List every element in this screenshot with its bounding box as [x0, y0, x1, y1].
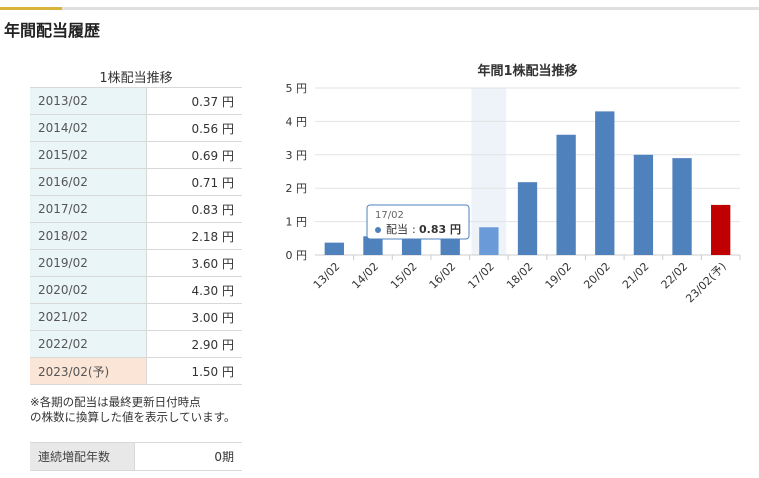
row-value: 0.83 円	[146, 195, 242, 223]
bar-22/02	[672, 158, 692, 255]
row-year: 2022/02	[30, 330, 147, 358]
x-tick-label: 16/02	[427, 260, 459, 292]
bar-13/02	[324, 242, 344, 255]
x-tick-label: 14/02	[349, 260, 381, 292]
x-tick-label: 21/02	[620, 260, 652, 292]
table-row: 2017/02 0.83 円	[30, 195, 242, 223]
y-tick-label: 2 円	[286, 182, 308, 195]
table-row: 2019/02 3.60 円	[30, 249, 242, 277]
streak-row: 連続増配年数 0期	[30, 442, 242, 471]
y-tick-label: 3 円	[286, 149, 308, 162]
table-row: 2013/02 0.37 円	[30, 87, 242, 115]
row-year: 2018/02	[30, 222, 147, 250]
row-year: 2019/02	[30, 249, 147, 277]
dividend-table: 2013/02 0.37 円 2014/02 0.56 円 2015/02 0.69 円2…	[30, 87, 242, 385]
y-tick-label: 5 円	[286, 82, 308, 95]
row-value: 0.37 円	[146, 87, 242, 115]
x-tick-label: 23/02(予)	[683, 260, 728, 305]
bar-23/02(予)	[711, 204, 731, 255]
row-value: 1.50 円	[146, 357, 242, 385]
streak-label: 連続増配年数	[30, 442, 135, 471]
row-value: 2.18 円	[146, 222, 242, 250]
row-value: 3.60 円	[146, 249, 242, 277]
y-tick-label: 4 円	[286, 115, 308, 128]
row-value: 2.90 円	[146, 330, 242, 358]
tooltip-value: 0.83 円	[419, 223, 461, 236]
dividend-bar-chart: 年間1株配当推移 0 円 1 円 2 円 3 円 4 円 5 円 13/02 14/02 15/0…	[286, 63, 741, 305]
streak-value: 0期	[134, 442, 242, 471]
note-line-2: の株数に換算した値を表示しています。	[30, 410, 236, 424]
row-year: 2013/02	[30, 87, 147, 115]
tooltip-series-label: 配当	[386, 222, 408, 236]
bar-20/02	[595, 111, 615, 255]
note-line-1: ※各期の配当は最終更新日付時点	[30, 395, 201, 409]
table-row: 2016/02 0.71 円	[30, 168, 242, 196]
table-row: 2015/02 0.69 円	[30, 141, 242, 169]
dividend-table-title: 1株配当推移	[99, 71, 173, 86]
row-value: 0.69 円	[146, 141, 242, 169]
row-value: 3.00 円	[146, 303, 242, 331]
x-tick-label: 19/02	[543, 260, 575, 292]
section-divider	[0, 7, 759, 10]
section-divider-accent	[0, 7, 62, 10]
table-row: 2023/02(予) 1.50 円	[30, 357, 242, 385]
bar-18/02	[517, 182, 538, 255]
row-value: 0.71 円	[146, 168, 242, 196]
row-year: 2017/02	[30, 195, 147, 223]
row-year: 2014/02	[30, 114, 147, 142]
tooltip-series-dot	[375, 227, 381, 233]
x-tick-label: 18/02	[504, 260, 536, 292]
section-title: 年間配当履歴	[4, 21, 101, 40]
row-value: 0.56 円	[146, 114, 242, 142]
x-tick-label: 13/02	[311, 260, 343, 292]
dividend-note: ※各期の配当は最終更新日付時点 の株数に換算した値を表示しています。	[30, 395, 236, 425]
table-row: 2018/02 2.18 円	[30, 222, 242, 250]
tooltip-category: 17/02	[375, 210, 404, 221]
bar-19/02	[556, 134, 576, 255]
tooltip-colon: :	[412, 223, 416, 236]
streak-table: 連続増配年数 0期	[30, 442, 242, 471]
row-year: 2015/02	[30, 141, 147, 169]
row-year: 2020/02	[30, 276, 147, 304]
table-row: 2021/02 3.00 円	[30, 303, 242, 331]
bar-21/02	[633, 154, 654, 255]
chart-title: 年間1株配当推移	[477, 63, 577, 79]
row-year: 2021/02	[30, 303, 147, 331]
y-tick-label: 1 円	[286, 216, 308, 229]
x-tick-label: 17/02	[465, 260, 497, 292]
bar-17/02	[479, 227, 499, 255]
row-year: 2016/02	[30, 168, 147, 196]
y-tick-label: 0 円	[286, 249, 308, 262]
row-value: 4.30 円	[146, 276, 242, 304]
x-tick-label: 15/02	[388, 260, 420, 292]
x-tick-label: 22/02	[659, 260, 691, 292]
row-year: 2023/02(予)	[30, 357, 147, 385]
table-row: 2020/02 4.30 円	[30, 276, 242, 304]
table-row: 2022/02 2.90 円	[30, 330, 242, 358]
x-tick-label: 20/02	[581, 260, 613, 292]
table-row: 2014/02 0.56 円	[30, 114, 242, 142]
